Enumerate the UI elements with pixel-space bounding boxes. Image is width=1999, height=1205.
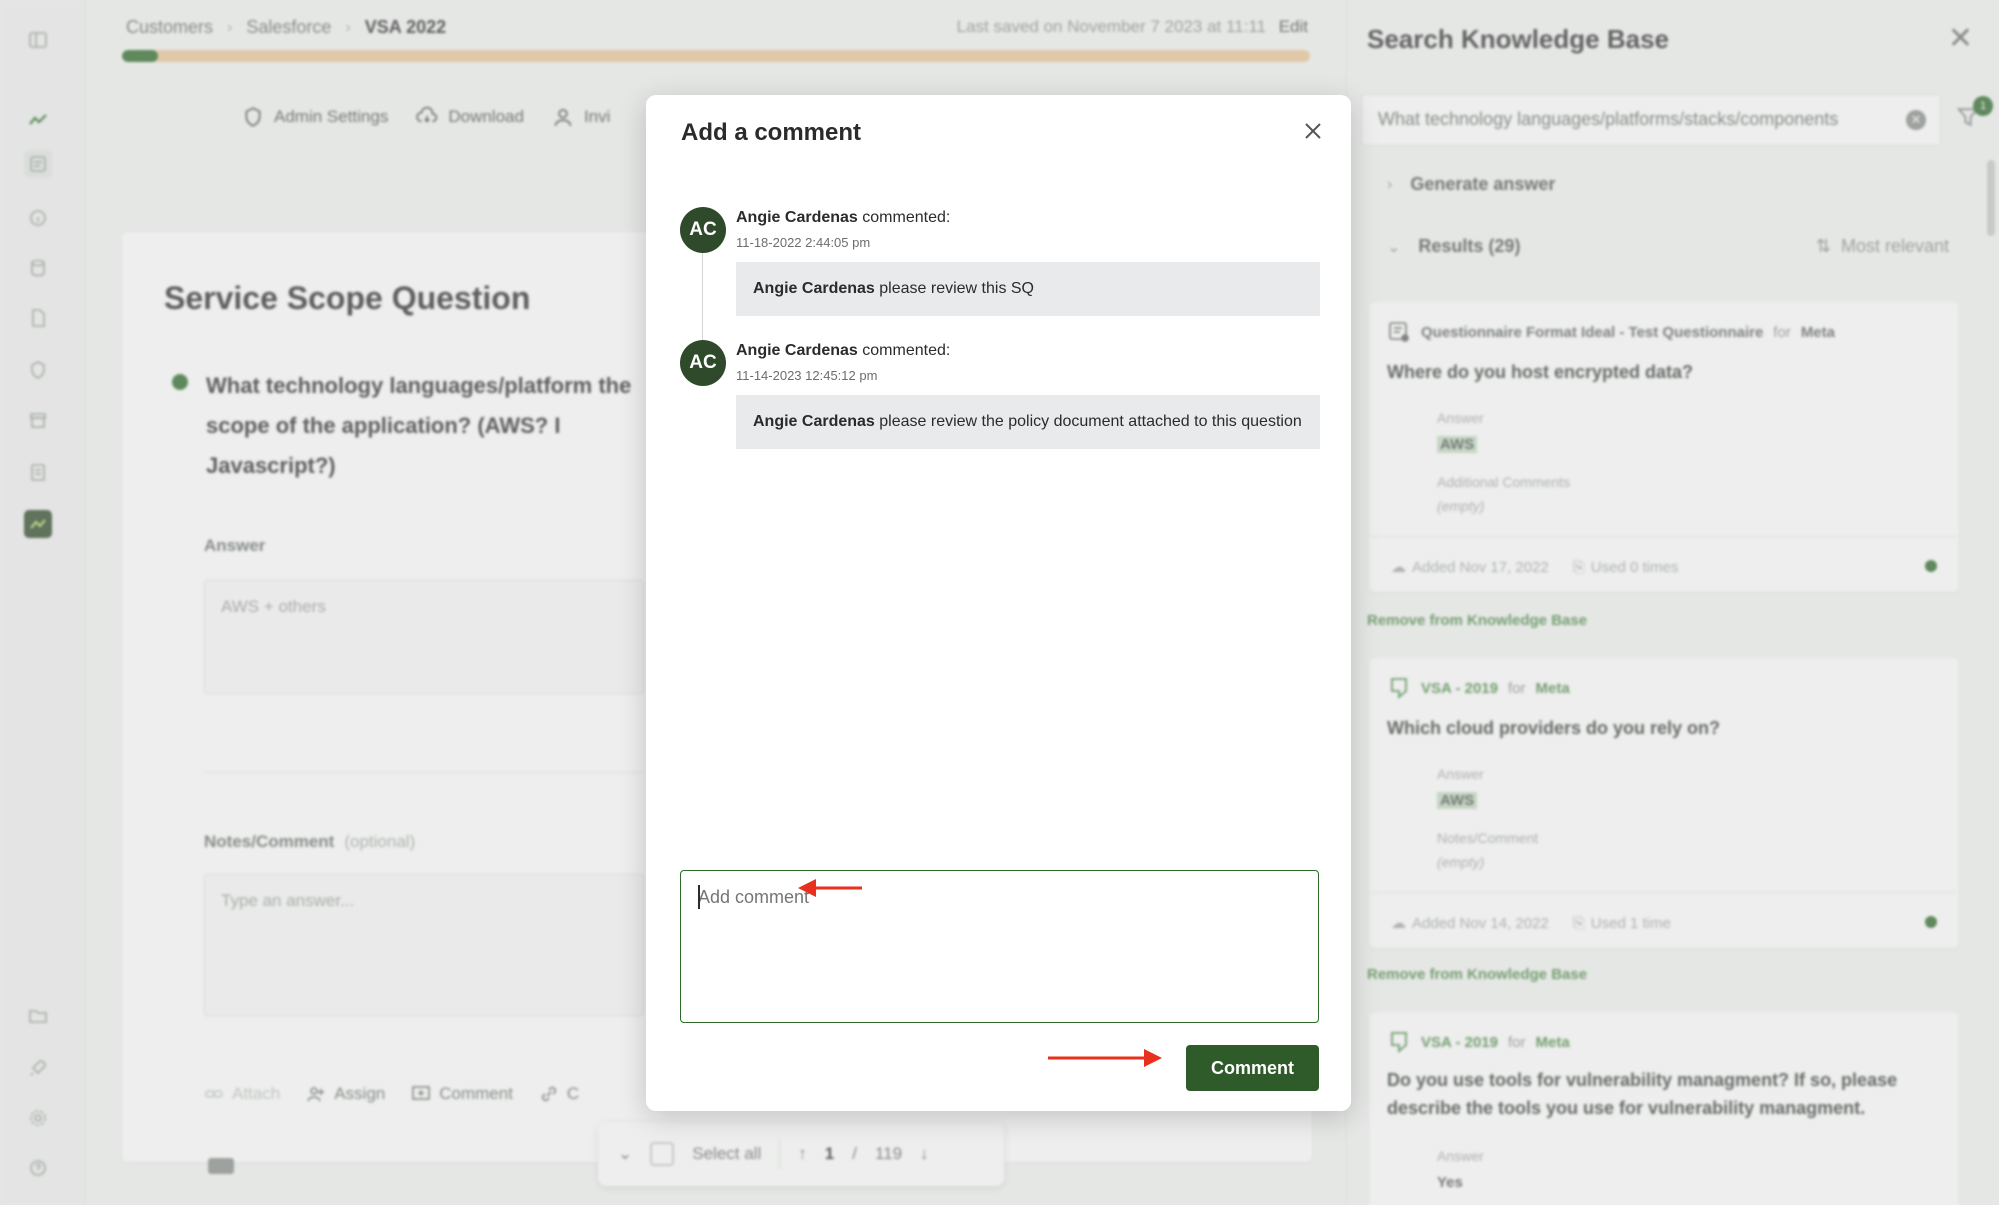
- comment-timestamp: 11-14-2023 12:45:12 pm: [736, 368, 878, 383]
- avatar: AC: [680, 340, 726, 386]
- comment-submit-button[interactable]: Comment: [1186, 1045, 1319, 1091]
- text-cursor: [698, 885, 700, 909]
- close-icon[interactable]: [1301, 119, 1325, 143]
- comment-mention: Angie Cardenas: [753, 413, 875, 430]
- dialog-title: Add a comment: [681, 119, 862, 146]
- comment-body: Angie Cardenas please review the policy …: [736, 395, 1320, 449]
- comment-text: please review the policy document attach…: [879, 413, 1302, 430]
- comment-verb: commented:: [862, 342, 951, 359]
- comment-mention: Angie Cardenas: [753, 280, 875, 297]
- annotation-arrow-right-icon: [1048, 1049, 1162, 1067]
- comment-header: Angie Cardenas commented:: [736, 209, 950, 227]
- comment-verb: commented:: [862, 209, 951, 226]
- comment-timestamp: 11-18-2022 2:44:05 pm: [736, 235, 871, 250]
- comment-input[interactable]: [680, 870, 1319, 1023]
- comment-author: Angie Cardenas: [736, 209, 858, 226]
- comment-text: please review this SQ: [879, 280, 1034, 297]
- comment-header: Angie Cardenas commented:: [736, 342, 950, 360]
- annotation-arrow-left-icon: [798, 879, 862, 897]
- add-comment-dialog: Add a comment AC Angie Cardenas commente…: [646, 95, 1351, 1111]
- avatar: AC: [680, 207, 726, 253]
- comment-body: Angie Cardenas please review this SQ: [736, 262, 1320, 316]
- comment-author: Angie Cardenas: [736, 342, 858, 359]
